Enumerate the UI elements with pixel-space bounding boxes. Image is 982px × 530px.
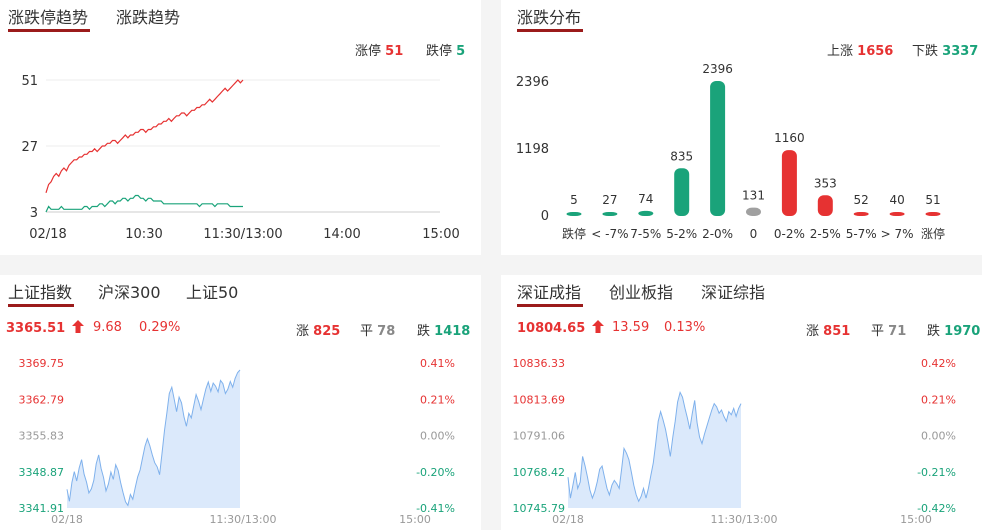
price-tick-label: 3348.87 (19, 466, 65, 479)
bar-value-label: 51 (925, 193, 940, 207)
y-tick-label: 0 (541, 209, 549, 224)
x-tick-label: 02/18 (29, 227, 66, 242)
distribution-bar (853, 212, 869, 216)
bar-value-label: 353 (814, 176, 837, 190)
price-tick-label: 3355.83 (19, 430, 65, 443)
percent-tick-label: 0.21% (921, 393, 956, 406)
bar-value-label: 27 (602, 193, 617, 207)
distribution-bar (638, 210, 654, 216)
distribution-bar (710, 81, 726, 216)
percent-tick-label: 0.21% (420, 393, 455, 406)
time-tick-label: 15:00 (399, 513, 431, 526)
percent-tick-label: -0.21% (917, 466, 956, 479)
category-label: < -7% (591, 227, 628, 241)
distribution-bar (817, 195, 833, 216)
limit-down-line (45, 194, 243, 213)
time-tick-label: 02/18 (51, 513, 83, 526)
y-tick-label: 3 (30, 206, 38, 221)
time-tick-label: 15:00 (900, 513, 932, 526)
sz-index-panel: 深证成指 创业板指 深证综指 10804.65 13.59 0.13% 涨 85… (501, 275, 982, 530)
category-label: 跌停 (562, 226, 586, 241)
sz-intraday-chart: 10836.33 0.42% 10813.69 0.21% 10791.06 0.00% 1… (513, 357, 957, 526)
y-tick-label: 27 (21, 140, 38, 155)
percent-tick-label: 0.41% (420, 357, 455, 370)
distribution-panel: 涨跌分布 上涨 1656 下跌 3337 2396 1198 0 5 跌停 27 < -7%… (501, 0, 982, 255)
limit-trend-chart: 51 27 3 02/18 10:30 11:30/13:00 14:00 15:00 (21, 74, 459, 242)
price-tick-label: 3362.79 (19, 393, 65, 406)
category-label: 7-5% (630, 227, 661, 241)
sh-intraday-chart: 3369.75 0.41% 3362.79 0.21% 3355.83 0.00% 3348… (19, 357, 456, 526)
x-tick-label: 10:30 (125, 227, 162, 242)
price-tick-label: 10791.06 (513, 430, 566, 443)
time-tick-label: 11:30/13:00 (209, 513, 276, 526)
bar-value-label: 40 (889, 193, 904, 207)
y-tick-label: 1198 (516, 142, 549, 157)
limit-up-line (45, 79, 244, 193)
category-label: 2-0% (702, 227, 733, 241)
bar-value-label: 2396 (702, 62, 733, 76)
category-label: 涨停 (921, 226, 945, 241)
percent-tick-label: -0.20% (416, 466, 455, 479)
price-tick-label: 10768.42 (513, 466, 566, 479)
distribution-bar (889, 212, 905, 216)
category-label: 5-7% (846, 227, 877, 241)
y-tick-label: 51 (21, 74, 38, 89)
distribution-bar (674, 168, 690, 216)
sh-index-panel: 上证指数 沪深300 上证50 3365.51 9.68 0.29% 涨 825… (0, 275, 481, 530)
distribution-bar (566, 212, 582, 216)
distribution-bar (781, 150, 797, 216)
sh-price-area (67, 370, 240, 508)
percent-tick-label: 0.00% (420, 430, 455, 443)
x-tick-label: 14:00 (323, 227, 360, 242)
category-label: 2-5% (810, 227, 841, 241)
distribution-bar (925, 212, 941, 216)
category-label: 0-2% (774, 227, 805, 241)
bar-value-label: 52 (854, 193, 869, 207)
price-tick-label: 10836.33 (513, 357, 566, 370)
percent-tick-label: 0.00% (921, 430, 956, 443)
percent-tick-label: 0.42% (921, 357, 956, 370)
category-label: 0 (750, 227, 758, 241)
price-tick-label: 10813.69 (513, 393, 566, 406)
bar-value-label: 5 (570, 193, 578, 207)
x-tick-label: 11:30/13:00 (203, 227, 282, 242)
bar-value-label: 74 (638, 192, 653, 206)
bar-value-label: 835 (670, 149, 693, 163)
x-tick-label: 15:00 (422, 227, 459, 242)
distribution-bar (746, 207, 761, 216)
time-tick-label: 02/18 (552, 513, 584, 526)
price-tick-label: 3369.75 (19, 357, 65, 370)
distribution-chart: 2396 1198 0 5 跌停 27 < -7% 74 7-5% 835 5-2% 2396 2-0%… (516, 62, 945, 241)
time-tick-label: 11:30/13:00 (710, 513, 777, 526)
bar-value-label: 131 (742, 189, 765, 203)
bar-value-label: 1160 (774, 131, 805, 145)
distribution-bar (602, 212, 618, 216)
limit-trend-panel: 涨跌停趋势 涨跌趋势 涨停 51 跌停 5 51 27 3 02/18 10:30 11:… (0, 0, 481, 255)
category-label: > 7% (881, 227, 914, 241)
category-label: 5-2% (666, 227, 697, 241)
y-tick-label: 2396 (516, 75, 549, 90)
